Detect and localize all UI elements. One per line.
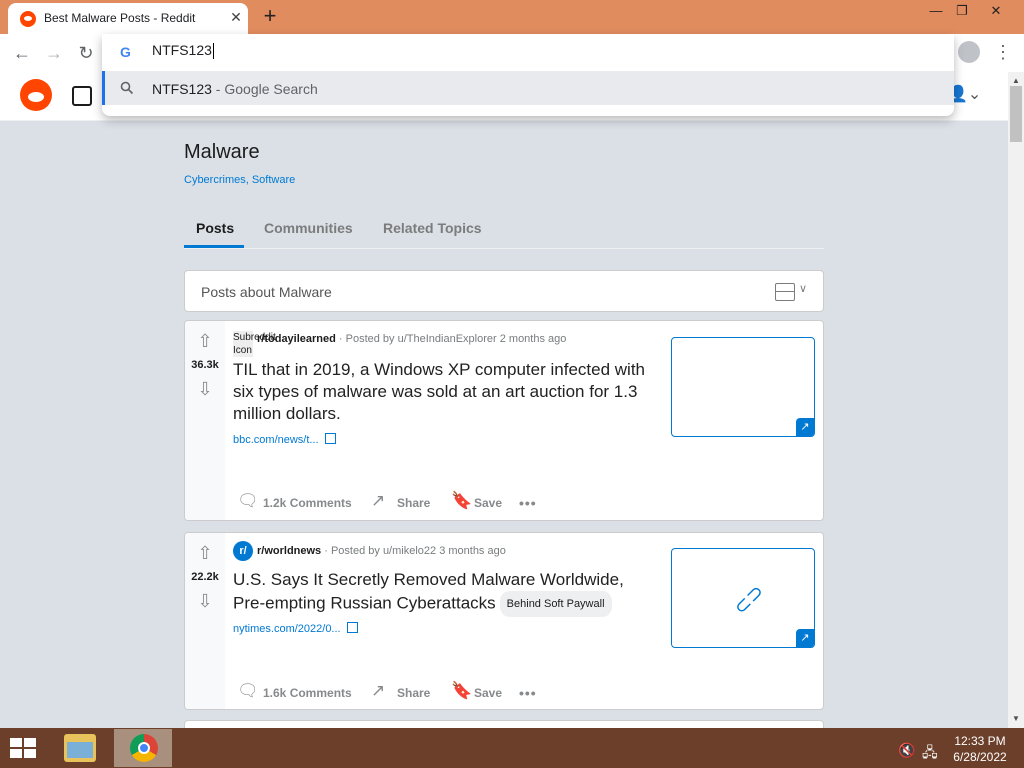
share-icon[interactable]: ↗ (371, 681, 385, 701)
profile-avatar-icon[interactable] (958, 41, 980, 63)
reload-icon[interactable]: ↻ (74, 41, 98, 65)
post-title[interactable]: U.S. Says It Secretly Removed Malware Wo… (233, 569, 653, 617)
post-thumbnail[interactable]: ⊂⊃ ↗ (671, 548, 815, 648)
vote-count: 36.3k (191, 359, 219, 371)
volume-muted-icon[interactable]: 🔇 (898, 742, 915, 759)
windows-start-icon[interactable] (10, 738, 38, 760)
omnibox-suggestion[interactable]: NTFS123 - Google Search (102, 71, 954, 105)
page-title: Malware (184, 141, 260, 163)
share-button[interactable]: Share (397, 496, 430, 510)
reddit-favicon-icon (20, 11, 36, 27)
downvote-arrow-icon[interactable]: ⇩ (195, 379, 215, 399)
post-thumbnail[interactable]: ↗ (671, 337, 815, 437)
tab-posts[interactable]: Posts (196, 220, 234, 236)
post-meta: r/todayilearned · Posted by u/TheIndianE… (257, 333, 567, 345)
upvote-arrow-icon[interactable]: ⇧ (195, 543, 215, 563)
taskbar-clock[interactable]: 12:33 PM 6/28/2022 (946, 733, 1014, 765)
external-link-icon (324, 433, 336, 444)
clock-time: 12:33 PM (954, 734, 1006, 748)
share-button[interactable]: Share (397, 686, 430, 700)
network-icon[interactable]: 🖧 (922, 742, 938, 766)
post-meta: r/worldnews · Posted by u/mikelo22 3 mon… (257, 545, 506, 557)
suggestion-text: NTFS123 - Google Search (152, 81, 318, 97)
chevron-down-icon[interactable]: ∨ (799, 282, 807, 295)
search-icon (120, 81, 134, 95)
card-view-icon[interactable] (775, 283, 795, 301)
post-flair: Behind Soft Paywall (499, 591, 612, 617)
comments-button[interactable]: 1.6k Comments (263, 686, 352, 700)
browser-tab[interactable]: Best Malware Posts - Reddit ✕ (8, 3, 248, 34)
suggestion-highlight-bar (102, 71, 105, 105)
bookmark-icon[interactable]: 🔖 (451, 491, 472, 511)
new-tab-button[interactable]: + (258, 4, 282, 28)
external-link-icon: ↗ (796, 629, 814, 647)
scroll-up-arrow-icon[interactable]: ▲ (1008, 76, 1024, 85)
tab-close-icon[interactable]: ✕ (226, 7, 246, 27)
tab-title: Best Malware Posts - Reddit (44, 11, 196, 25)
more-options-button[interactable]: ••• (519, 685, 537, 701)
tab-related-topics[interactable]: Related Topics (383, 220, 482, 236)
link-icon: ⊂⊃ (729, 580, 769, 620)
tab-communities[interactable]: Communities (264, 220, 353, 236)
subreddit-icon[interactable]: Subreddit Icon (233, 331, 276, 357)
post-card[interactable]: ⇧ 22.2k ⇩ r/ r/worldnews · Posted by u/m… (184, 532, 824, 710)
posts-about-label: Posts about Malware (201, 284, 332, 300)
posts-about-bar: Posts about Malware ∨ (184, 270, 824, 312)
topic-tabs: Posts Communities Related Topics (184, 212, 824, 249)
post-link[interactable]: bbc.com/news/t... (233, 432, 336, 446)
comment-icon[interactable]: 🗨 (237, 491, 259, 511)
clock-date: 6/28/2022 (953, 750, 1007, 764)
post-card[interactable]: ⇧ 36.3k ⇩ Subreddit Icon r/todayilearned… (184, 320, 824, 521)
browser-menu-icon[interactable]: ⋮ (994, 41, 1012, 63)
omnibox-dropdown: G NTFS123 NTFS123 - Google Search (102, 34, 954, 116)
external-link-icon: ↗ (796, 418, 814, 436)
save-button[interactable]: Save (474, 496, 502, 510)
file-explorer-icon[interactable] (64, 734, 96, 762)
downvote-arrow-icon[interactable]: ⇩ (195, 591, 215, 611)
external-link-icon (346, 622, 358, 633)
bookmark-icon[interactable]: 🔖 (451, 681, 472, 701)
forward-arrow-icon[interactable]: → (42, 41, 66, 65)
save-button[interactable]: Save (474, 686, 502, 700)
scroll-down-arrow-icon[interactable]: ▼ (1008, 714, 1024, 723)
scrollbar[interactable] (1008, 72, 1024, 728)
post-link[interactable]: nytimes.com/2022/0... (233, 621, 358, 635)
chrome-icon (130, 734, 158, 762)
subreddit-name[interactable]: r/worldnews (257, 545, 321, 557)
back-arrow-icon[interactable]: ← (10, 41, 34, 65)
reddit-logo-icon[interactable] (20, 79, 52, 111)
active-tab-underline (184, 245, 244, 248)
address-bar-input[interactable]: NTFS123 (152, 42, 214, 60)
maximize-button[interactable]: ❐ (946, 0, 978, 24)
popular-icon[interactable] (72, 86, 92, 106)
subreddit-name[interactable]: r/todayilearned (257, 333, 336, 345)
vote-count: 22.2k (191, 571, 219, 583)
close-window-button[interactable]: ✕ (980, 0, 1012, 24)
upvote-arrow-icon[interactable]: ⇧ (195, 331, 215, 351)
scrollbar-thumb[interactable] (1010, 86, 1022, 142)
comments-button[interactable]: 1.2k Comments (263, 496, 352, 510)
post-title[interactable]: TIL that in 2019, a Windows XP computer … (233, 359, 653, 425)
comment-icon[interactable]: 🗨 (237, 681, 259, 701)
more-options-button[interactable]: ••• (519, 495, 537, 511)
share-icon[interactable]: ↗ (371, 491, 385, 511)
subreddit-icon[interactable]: r/ (233, 541, 253, 561)
related-topic-links[interactable]: Cybercrimes, Software (184, 174, 295, 186)
google-g-icon: G (120, 44, 131, 60)
